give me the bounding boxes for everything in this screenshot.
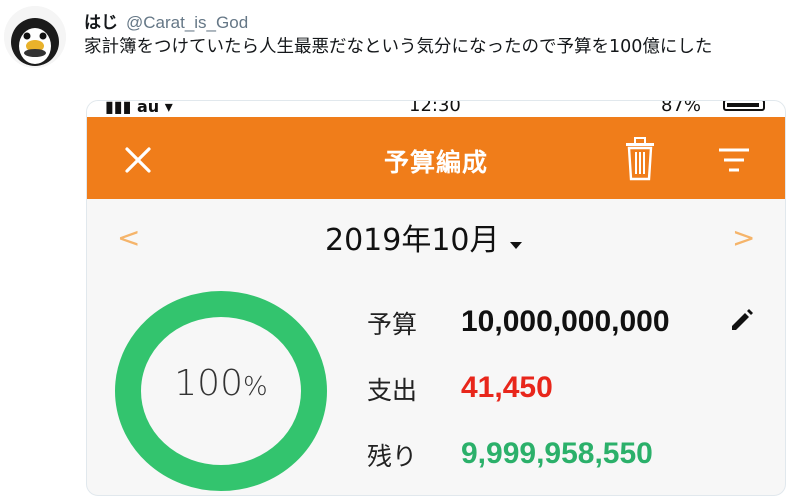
- signal-icon: ▮▮▮ au ▾: [105, 101, 173, 116]
- budget-value: 10,000,000,000: [461, 305, 670, 338]
- status-time: 12:30: [409, 101, 461, 116]
- month-selector-row: < 2019年10月 >: [87, 199, 785, 273]
- avatar[interactable]: [4, 6, 66, 68]
- month-label: 2019年10月: [325, 223, 500, 258]
- ring-percent-unit: %: [243, 372, 268, 402]
- user-handle[interactable]: @Carat_is_God: [126, 13, 248, 32]
- spent-value: 41,450: [461, 371, 553, 404]
- attached-image[interactable]: ▮▮▮ au ▾ 12:30 87% 予算編成 < 2019年10月 > 100…: [86, 100, 786, 496]
- ring-percent-label: 100%: [115, 363, 327, 404]
- display-name[interactable]: はじ: [84, 13, 118, 33]
- remaining-label: 残り: [367, 442, 418, 471]
- tweet-text: 家計簿をつけていたら人生最悪だなという気分になったので予算を100億にした: [84, 37, 713, 57]
- phone-status-bar: ▮▮▮ au ▾ 12:30 87%: [87, 101, 785, 117]
- trash-icon[interactable]: [621, 137, 659, 181]
- pencil-icon[interactable]: [729, 307, 755, 333]
- month-dropdown[interactable]: 2019年10月: [325, 215, 522, 258]
- prev-month-button[interactable]: <: [117, 221, 140, 254]
- battery-icon: [723, 101, 765, 111]
- ring-percent-value: 100: [174, 363, 243, 404]
- page-title: 予算編成: [383, 148, 488, 177]
- filter-icon[interactable]: [717, 145, 751, 175]
- app-header: 予算編成: [87, 117, 785, 199]
- remaining-value: 9,999,958,550: [461, 437, 653, 470]
- caret-down-icon: [509, 242, 522, 249]
- budget-label: 予算: [367, 310, 418, 339]
- status-battery-percent: 87%: [661, 101, 702, 116]
- next-month-button[interactable]: >: [732, 221, 755, 254]
- tweet-header: はじ @Carat_is_God: [84, 8, 248, 33]
- penguin-avatar-icon: [4, 6, 66, 68]
- spent-label: 支出: [367, 376, 418, 405]
